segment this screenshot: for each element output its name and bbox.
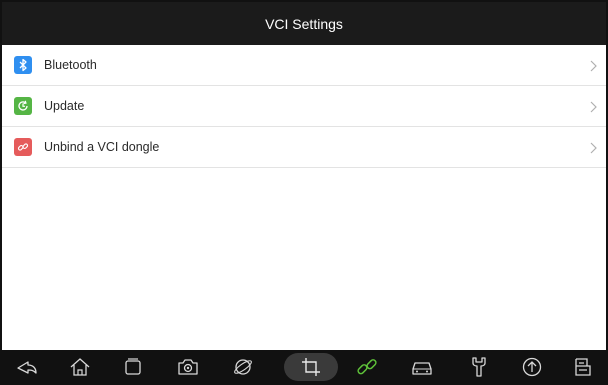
recent-apps-button[interactable]: [118, 353, 148, 381]
menu-item-unbind-vci[interactable]: Unbind a VCI dongle: [2, 127, 606, 168]
menu-item-label: Bluetooth: [44, 58, 97, 72]
vci-link-button[interactable]: [352, 353, 382, 381]
chevron-right-icon: [590, 101, 597, 113]
menu-item-label: Unbind a VCI dongle: [44, 140, 160, 154]
service-button[interactable]: [464, 353, 494, 381]
vehicle-button[interactable]: [407, 353, 437, 381]
settings-list: Bluetooth Update Unbind a VCI dongle: [2, 45, 606, 168]
bluetooth-icon: [14, 56, 32, 74]
recent-apps-icon: [125, 358, 141, 375]
menu-item-label: Update: [44, 99, 85, 113]
menu-item-update[interactable]: Update: [2, 86, 606, 127]
back-icon: [17, 361, 37, 374]
chevron-right-icon: [590, 60, 597, 72]
crop-icon: [302, 358, 320, 376]
vci-link-icon: [357, 359, 377, 375]
page-title: VCI Settings: [265, 15, 343, 32]
browser-icon: [234, 359, 252, 375]
report-icon: [575, 358, 591, 376]
car-icon: [412, 362, 432, 375]
upload-icon: [522, 357, 542, 377]
wrench-icon: [472, 357, 486, 377]
report-button[interactable]: [568, 353, 598, 381]
bottom-navigation-bar: [2, 350, 606, 383]
home-button[interactable]: [65, 353, 95, 381]
unlink-icon: [14, 138, 32, 156]
update-icon: [14, 97, 32, 115]
crop-button[interactable]: [284, 353, 338, 381]
screenshot-button[interactable]: [173, 353, 203, 381]
camera-icon: [178, 359, 198, 375]
home-icon: [70, 358, 90, 376]
upload-button[interactable]: [517, 353, 547, 381]
title-bar: VCI Settings: [2, 2, 606, 45]
browser-button[interactable]: [228, 353, 258, 381]
menu-item-bluetooth[interactable]: Bluetooth: [2, 45, 606, 86]
chevron-right-icon: [590, 142, 597, 154]
back-button[interactable]: [12, 353, 42, 381]
